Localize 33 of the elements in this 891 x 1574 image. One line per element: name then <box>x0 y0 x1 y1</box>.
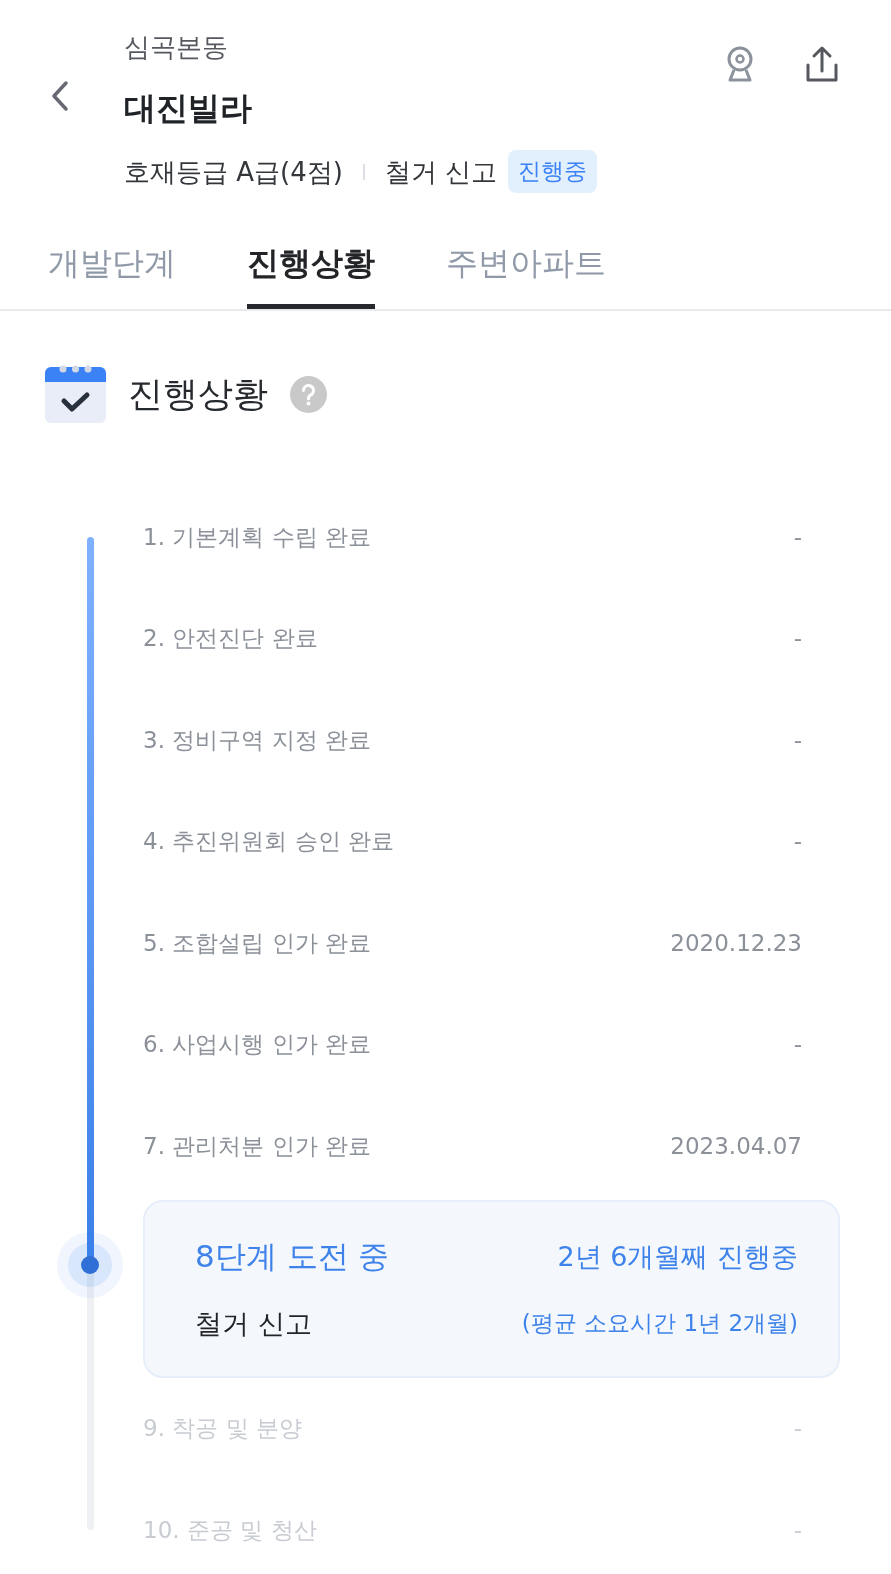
stage-label: 철거 신고 <box>384 155 498 188</box>
step-label: 7. 관리처분 인가 완료 <box>143 1131 371 1161</box>
step-label: 6. 사업시행 인가 완료 <box>143 1030 371 1060</box>
step-date: 2023.04.07 <box>670 1131 802 1161</box>
step-label: 4. 추진위원회 승인 완료 <box>143 827 394 857</box>
section-title: 진행상황 <box>128 373 268 416</box>
step-date: - <box>793 827 802 857</box>
current-step-name: 철거 신고 <box>195 1306 312 1341</box>
step-date: 2020.12.23 <box>670 928 802 958</box>
step-label: 2. 안전진단 완료 <box>143 624 318 654</box>
share-icon[interactable] <box>804 45 840 83</box>
step-date: - <box>793 725 802 755</box>
step-date: - <box>793 1030 802 1060</box>
average-duration: (평균 소요시간 1년 2개월) <box>521 1309 798 1338</box>
tab[interactable]: 개발단계 <box>48 222 176 309</box>
location-label: 심곡본동 <box>124 32 229 62</box>
tab[interactable]: 주변아파트 <box>446 222 606 309</box>
grade-label: 호재등급 A급(4점) <box>124 155 343 188</box>
step-date: - <box>793 624 802 654</box>
tab[interactable]: 진행상황 <box>247 222 375 309</box>
step-date: - <box>793 1414 802 1444</box>
current-step-heading: 8단계 도전 중 <box>195 1236 390 1276</box>
step-date: - <box>793 522 802 552</box>
building-title: 대진빌라 <box>124 88 253 129</box>
step-label: 5. 조합설립 인가 완료 <box>143 928 371 958</box>
step-label: 1. 기본계획 수립 완료 <box>143 522 371 552</box>
step-label: 3. 정비구역 지정 완료 <box>143 725 371 755</box>
calendar-check-icon <box>45 365 106 423</box>
step-date: - <box>793 1516 802 1545</box>
elapsed-time: 2년 6개월째 진행중 <box>557 1239 798 1274</box>
current-step-dot-icon <box>57 1231 123 1298</box>
status-badge: 진행중 <box>508 150 598 193</box>
back-chevron-icon <box>50 80 70 112</box>
